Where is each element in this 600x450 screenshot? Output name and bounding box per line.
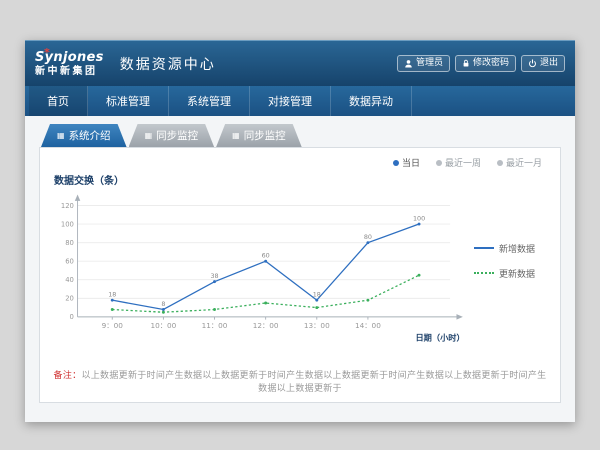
tab-3[interactable]: ▦ 同步监控	[216, 124, 302, 147]
power-icon	[528, 59, 537, 68]
chart-panel: 当日 最近一周 最近一月 数据交换（条） 0 20 40 60 80 100 120 9：00 10…	[39, 147, 561, 403]
svg-text:8: 8	[161, 300, 165, 308]
svg-text:60: 60	[65, 257, 74, 265]
svg-text:12：00: 12：00	[253, 321, 279, 330]
tab-grid-icon: ▦	[145, 132, 153, 140]
svg-text:日期（小时）: 日期（小时）	[415, 333, 464, 343]
footnote-text: 以上数据更新于时间产生数据以上数据更新于时间产生数据以上数据更新于时间产生数据以…	[81, 371, 546, 394]
legend-dot-icon	[436, 160, 442, 166]
footnote-label: 备注：	[54, 371, 82, 381]
nav-item-2[interactable]: 标准管理	[88, 86, 169, 116]
tab-label: 系统介绍	[69, 128, 111, 143]
nav-menu: 首页标准管理系统管理对接管理数据异动	[25, 86, 575, 116]
user-icon	[404, 59, 413, 68]
app-title: 数据资源中心	[120, 54, 216, 74]
legend-dot-icon	[497, 160, 503, 166]
admin-button-label: 管理员	[416, 59, 443, 68]
content-area: ▦系统介绍▦同步监控▦同步监控 当日最近一周最近一月 数据交换（条） 02040…	[25, 116, 575, 422]
chart-row: 0 20 40 60 80 100 120 9：00 10：00 11：00 12：00 13：00 1…	[52, 189, 548, 352]
series-legend-item-1[interactable]: 新增数据	[474, 242, 546, 255]
time-filter-label: 最近一周	[445, 156, 481, 169]
legend-dot-icon	[393, 160, 399, 166]
svg-text:18: 18	[313, 291, 321, 299]
nav-item-4[interactable]: 对接管理	[250, 86, 331, 116]
tab-2[interactable]: ▦同步监控	[129, 124, 215, 147]
header-actions: 管理员 修改密码 退出	[397, 55, 565, 72]
time-filter-3[interactable]: 最近一月	[497, 156, 542, 169]
tab-strip: ▦系统介绍▦同步监控▦同步监控	[41, 124, 561, 147]
svg-text:0: 0	[70, 313, 74, 321]
series-line-sample-icon	[474, 272, 494, 274]
y-axis-title: 数据交换（条）	[54, 172, 548, 187]
admin-button[interactable]: 管理员	[397, 55, 450, 72]
desktop-background: Synjones * 新中新集团 数据资源中心 管理员 修改密码	[0, 0, 600, 450]
nav-item-3[interactable]: 系统管理	[169, 86, 250, 116]
tab-label: 同步监控	[156, 128, 198, 143]
change-password-button[interactable]: 修改密码	[455, 55, 516, 72]
change-password-button-label: 修改密码	[473, 59, 509, 68]
svg-text:13：00: 13：00	[304, 321, 330, 330]
svg-text:38: 38	[210, 272, 218, 280]
svg-text:18: 18	[108, 291, 116, 299]
svg-text:100: 100	[61, 220, 74, 228]
series-legend: 新增数据更新数据	[472, 242, 546, 280]
time-filter-label: 最近一月	[506, 156, 542, 169]
time-filter-label: 当日	[402, 156, 420, 169]
svg-text:120: 120	[61, 202, 74, 210]
header: Synjones * 新中新集团 数据资源中心 管理员 修改密码	[25, 40, 575, 86]
svg-text:20: 20	[65, 295, 74, 303]
logout-button-label: 退出	[540, 59, 558, 68]
svg-text:11：00: 11：00	[202, 321, 228, 330]
svg-text:14：00: 14：00	[355, 321, 381, 330]
tab-1[interactable]: ▦ 系统介绍	[41, 124, 127, 147]
time-filter-2[interactable]: 最近一周	[436, 156, 481, 169]
svg-text:80: 80	[364, 233, 372, 241]
svg-text:100: 100	[413, 214, 425, 222]
logo: Synjones * 新中新集团	[35, 51, 104, 77]
line-chart: 0 20 40 60 80 100 120 9：00 10：00 11：00 12：00 13：00 1…	[52, 189, 472, 352]
tab-grid-icon: ▦	[57, 132, 65, 140]
logo-wordmark: Synjones *	[35, 51, 104, 64]
legend-top: 当日 最近一周 最近一月	[52, 156, 542, 169]
tab-label: 同步监控	[244, 128, 286, 143]
lock-icon	[462, 59, 470, 68]
logo-star-icon: *	[44, 46, 50, 59]
tab-grid-icon: ▦	[232, 132, 240, 140]
nav-item-5[interactable]: 数据异动	[331, 86, 412, 116]
svg-text:9：00: 9：00	[102, 321, 124, 330]
svg-text:80: 80	[65, 239, 74, 247]
series-legend-label: 更新数据	[499, 267, 535, 280]
svg-text:60: 60	[262, 252, 270, 260]
nav-item-1[interactable]: 首页	[29, 86, 88, 116]
series-legend-label: 新增数据	[499, 242, 535, 255]
app-window: Synjones * 新中新集团 数据资源中心 管理员 修改密码	[25, 40, 575, 422]
series-line-sample-icon	[474, 247, 494, 249]
svg-text:10：00: 10：00	[150, 321, 176, 330]
svg-text:40: 40	[65, 276, 74, 284]
footnote: 备注：以上数据更新于时间产生数据以上数据更新于时间产生数据以上数据更新于时间产生…	[52, 368, 548, 394]
time-filter-1[interactable]: 当日	[393, 156, 420, 169]
series-legend-item-2[interactable]: 更新数据	[474, 267, 546, 280]
logo-subtitle: 新中新集团	[35, 66, 104, 77]
logout-button[interactable]: 退出	[521, 55, 565, 72]
line-chart-svg: 0 20 40 60 80 100 120 9：00 10：00 11：00 12：00 13：00 1…	[52, 189, 472, 348]
